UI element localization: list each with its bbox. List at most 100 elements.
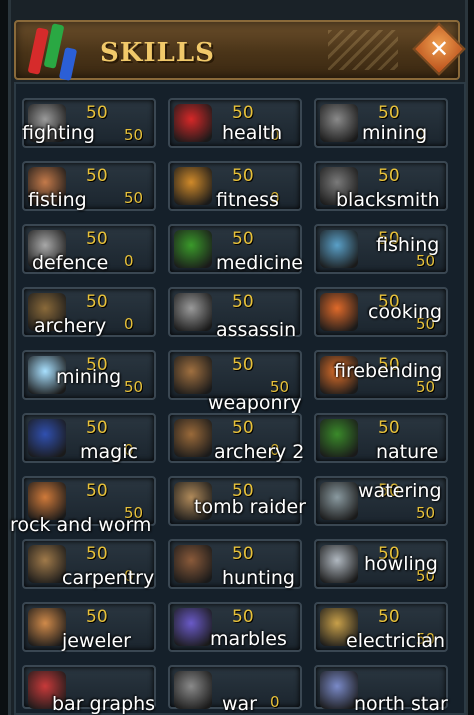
skills-window: SKILLS ✕ 50 50 fighting 50 0 health 50 0 mining 5… (0, 0, 474, 715)
skill-slot-archery-2[interactable]: 50 0 archery 2 (168, 413, 305, 463)
skill-slot-jeweler[interactable]: 50 jeweler (22, 602, 156, 652)
app-logo-icon (28, 23, 77, 81)
skill-level: 50 (378, 166, 400, 186)
skill-slot-weaponry[interactable]: 50 50 weaponry (168, 350, 302, 414)
skill-max-level: 50 (124, 126, 144, 144)
runner-icon (174, 167, 212, 205)
skill-slot-mining[interactable]: 50 0 mining (314, 98, 448, 148)
skill-level: 50 (86, 103, 108, 123)
skill-slot-blacksmith[interactable]: 50 blacksmith (314, 161, 448, 211)
skill-slot-health[interactable]: 50 0 health (168, 98, 302, 148)
skill-label: bar graphs (52, 693, 156, 715)
hammer-icon (174, 356, 212, 394)
skill-label: cooking (368, 301, 443, 323)
watering-can-icon (320, 482, 358, 520)
skill-slot-rock-and-worm[interactable]: 50 50 rock and worm (10, 476, 156, 536)
skill-level: 50 (86, 607, 108, 627)
skill-label: blacksmith (336, 189, 440, 211)
skill-level: 50 (86, 481, 108, 501)
skill-label: fitness (216, 189, 279, 211)
fish-icon (320, 230, 358, 268)
skill-level: 50 (232, 544, 254, 564)
skill-label: defence (32, 252, 109, 274)
wizard-hat-icon (28, 419, 66, 457)
skill-slot-north-star[interactable]: north star (314, 665, 448, 715)
skill-label: marbles (210, 628, 287, 650)
mask-icon (174, 293, 212, 331)
orb-icon (174, 608, 212, 646)
skill-slot-archery[interactable]: 50 0 archery (22, 287, 156, 337)
skill-slot-cooking[interactable]: 50 50 cooking (314, 287, 448, 337)
skill-label: jeweler (62, 630, 131, 652)
skill-slot-fishing[interactable]: 50 50 fishing (314, 224, 448, 274)
skill-max-level: 50 (124, 189, 144, 207)
skill-level: 50 (86, 292, 108, 312)
skill-slot-carpentry[interactable]: 50 0 carpentry (22, 539, 156, 589)
skill-label: hunting (222, 567, 295, 589)
skill-slot-bar-graphs[interactable]: bar graphs (22, 665, 156, 715)
skill-level: 50 (86, 418, 108, 438)
skill-label: carpentry (62, 567, 155, 589)
skill-slot-defence[interactable]: 50 0 defence (22, 224, 156, 274)
skill-label: medicine (216, 252, 303, 274)
skill-slot-fisting[interactable]: 50 50 fisting (22, 161, 156, 211)
skills-grid: 50 50 fighting 50 0 health 50 0 mining 50 50 fistin… (10, 82, 466, 715)
skill-slot-assassin[interactable]: 50 assassin (168, 287, 302, 341)
skill-label: fisting (28, 189, 87, 211)
skill-label: fishing (376, 234, 440, 256)
skill-slot-fitness[interactable]: 50 0 fitness (168, 161, 302, 211)
heart-icon (174, 104, 212, 142)
skill-max-level: 0 (124, 315, 134, 333)
skill-slot-tomb-raider[interactable]: 50 tomb raider (168, 476, 306, 526)
skill-level: 50 (232, 229, 254, 249)
skill-level: 50 (378, 418, 400, 438)
skill-level: 50 (86, 166, 108, 186)
skill-slot-fighting[interactable]: 50 50 fighting (22, 98, 156, 148)
skill-label: archery (34, 315, 107, 337)
skill-label: rock and worm (10, 514, 152, 536)
skill-max-level: 50 (416, 504, 436, 522)
skill-slot-magic[interactable]: 50 0 magic (22, 413, 156, 463)
skill-level: 50 (232, 103, 254, 123)
paw-icon (174, 545, 212, 583)
skill-level: 50 (86, 229, 108, 249)
skill-label: war (222, 693, 257, 715)
close-icon: ✕ (428, 35, 450, 63)
skill-label: mining (362, 122, 428, 144)
skill-slot-medicine[interactable]: 50 medicine (168, 224, 303, 274)
skill-label: health (222, 122, 283, 144)
skill-level: 50 (232, 292, 254, 312)
wolf-icon (320, 545, 358, 583)
skill-max-level: 0 (270, 693, 280, 711)
window-title: SKILLS (100, 38, 215, 68)
skill-slot-nature[interactable]: 50 nature (314, 413, 448, 463)
skill-slot-watering[interactable]: 50 50 watering (314, 476, 448, 526)
skill-label: weaponry (208, 392, 302, 414)
pickaxe-icon (320, 104, 358, 142)
herb-icon (174, 230, 212, 268)
skill-level: 50 (378, 103, 400, 123)
skill-slot-mining[interactable]: 50 50 mining (22, 350, 156, 400)
skill-max-level: 0 (124, 252, 134, 270)
compass-icon (320, 671, 358, 709)
skill-slot-firebending[interactable]: 50 50 firebending (314, 350, 448, 400)
skill-slot-howling[interactable]: 50 50 howling (314, 539, 448, 589)
skill-label: north star (354, 693, 448, 715)
skill-level: 50 (86, 544, 108, 564)
skill-level: 50 (232, 418, 254, 438)
skill-label: firebending (334, 360, 443, 382)
skill-label: watering (358, 480, 442, 502)
skill-label: fighting (22, 122, 95, 144)
skill-slot-hunting[interactable]: 50 hunting (168, 539, 302, 589)
skill-label: archery 2 (214, 441, 305, 463)
skill-label: tomb raider (194, 496, 306, 518)
skill-max-level: 50 (124, 378, 144, 396)
skill-slot-war[interactable]: 0 war (168, 665, 302, 715)
skill-label: magic (80, 441, 138, 463)
ring-icon (28, 608, 66, 646)
tree-icon (320, 419, 358, 457)
skill-slot-electrician[interactable]: 50 50 electrician (314, 602, 448, 652)
skill-slot-marbles[interactable]: 50 marbles (168, 602, 302, 652)
skill-label: assassin (216, 319, 297, 341)
arrow-icon (174, 419, 212, 457)
